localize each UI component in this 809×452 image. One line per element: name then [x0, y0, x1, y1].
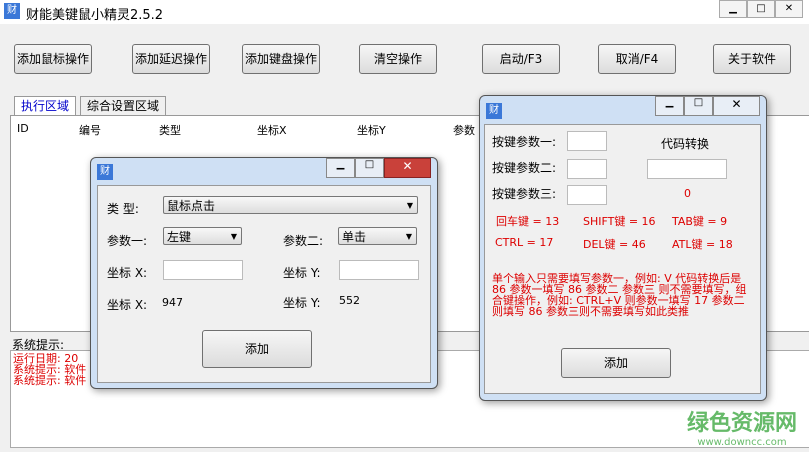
close-button[interactable]: ✕ — [775, 0, 803, 18]
tab-execute[interactable]: 执行区域 — [14, 96, 77, 115]
minimize-button[interactable]: ▁ — [326, 158, 355, 178]
clear-button[interactable]: 清空操作 — [359, 44, 437, 74]
dialog-icon: 财 — [486, 103, 502, 119]
keyboard-dialog: 财 ▁ □ ✕ 按键参数一: 按键参数二: 按键参数三: 代码转换 0 回车键 … — [479, 95, 767, 401]
key-param2-label: 按键参数二: — [492, 161, 557, 175]
window-title: 财能美键鼠小精灵2.5.2 — [26, 8, 164, 23]
add-button[interactable]: 添加 — [561, 348, 671, 378]
app-icon: 财 — [4, 3, 20, 19]
start-button[interactable]: 启动/F3 — [482, 44, 560, 74]
code-alt: ATL键 = 18 — [672, 238, 733, 251]
convert-label: 代码转换 — [661, 137, 710, 151]
col-id: ID — [17, 122, 29, 135]
watermark: 绿色资源网 www.downcc.com — [686, 411, 797, 448]
maximize-button[interactable]: □ — [355, 158, 384, 178]
param1-select[interactable]: 左键 — [163, 227, 242, 246]
col-number: 编号 — [79, 124, 101, 137]
type-select[interactable]: 鼠标点击 — [163, 196, 418, 215]
current-x-value: 947 — [162, 296, 183, 309]
cancel-button[interactable]: 取消/F4 — [598, 44, 676, 74]
col-param: 参数 — [453, 124, 475, 137]
add-delay-button[interactable]: 添加延迟操作 — [132, 44, 210, 74]
code-enter: 回车键 = 13 — [496, 215, 560, 228]
minimize-button[interactable]: ▁ — [719, 0, 747, 18]
minimize-button[interactable]: ▁ — [655, 96, 684, 116]
col-type: 类型 — [159, 124, 181, 137]
param1-label: 参数一: — [107, 234, 148, 248]
key-param2-input[interactable] — [567, 159, 607, 179]
tab-settings[interactable]: 综合设置区域 — [80, 96, 167, 115]
about-button[interactable]: 关于软件 — [713, 44, 791, 74]
key-param3-input[interactable] — [567, 185, 607, 205]
convert-result: 0 — [684, 187, 691, 200]
x-input[interactable] — [163, 260, 243, 280]
y-input[interactable] — [339, 260, 419, 280]
maximize-button[interactable]: □ — [684, 96, 713, 116]
convert-input[interactable] — [647, 159, 727, 179]
y-label: 坐标 Y: — [283, 266, 321, 280]
add-keyboard-button[interactable]: 添加键盘操作 — [242, 44, 320, 74]
title-bar: 财 财能美键鼠小精灵2.5.2 ▁ □ ✕ — [0, 0, 809, 24]
x-label: 坐标 X: — [107, 266, 148, 280]
code-ctrl: CTRL = 17 — [495, 236, 554, 249]
param2-select[interactable]: 单击 — [338, 227, 417, 246]
maximize-button[interactable]: □ — [747, 0, 775, 18]
col-y: 坐标Y — [357, 124, 386, 137]
param2-label: 参数二: — [283, 234, 324, 248]
col-x: 坐标X — [257, 124, 287, 137]
help-text: 单个输入只需要填写参数一，例如: V 代码转换后是 86 参数一填写 86 参数… — [492, 272, 747, 318]
code-tab: TAB键 = 9 — [672, 215, 728, 228]
current-x-label: 坐标 X: — [107, 298, 148, 312]
dialog-icon: 财 — [97, 164, 113, 180]
type-label: 类 型: — [107, 202, 139, 216]
add-button[interactable]: 添加 — [202, 330, 312, 368]
mouse-dialog: 财 ▁ □ ✕ 类 型: 鼠标点击 参数一: 左键 参数二: 单击 坐标 X: … — [90, 157, 438, 389]
current-y-value: 552 — [339, 294, 360, 307]
close-button[interactable]: ✕ — [384, 158, 431, 178]
current-y-label: 坐标 Y: — [283, 296, 321, 310]
add-mouse-button[interactable]: 添加鼠标操作 — [14, 44, 92, 74]
key-param1-input[interactable] — [567, 131, 607, 151]
key-param1-label: 按键参数一: — [492, 135, 557, 149]
code-shift: SHIFT键 = 16 — [583, 215, 656, 228]
code-del: DEL键 = 46 — [583, 238, 646, 251]
key-param3-label: 按键参数三: — [492, 187, 557, 201]
close-button[interactable]: ✕ — [713, 96, 760, 116]
